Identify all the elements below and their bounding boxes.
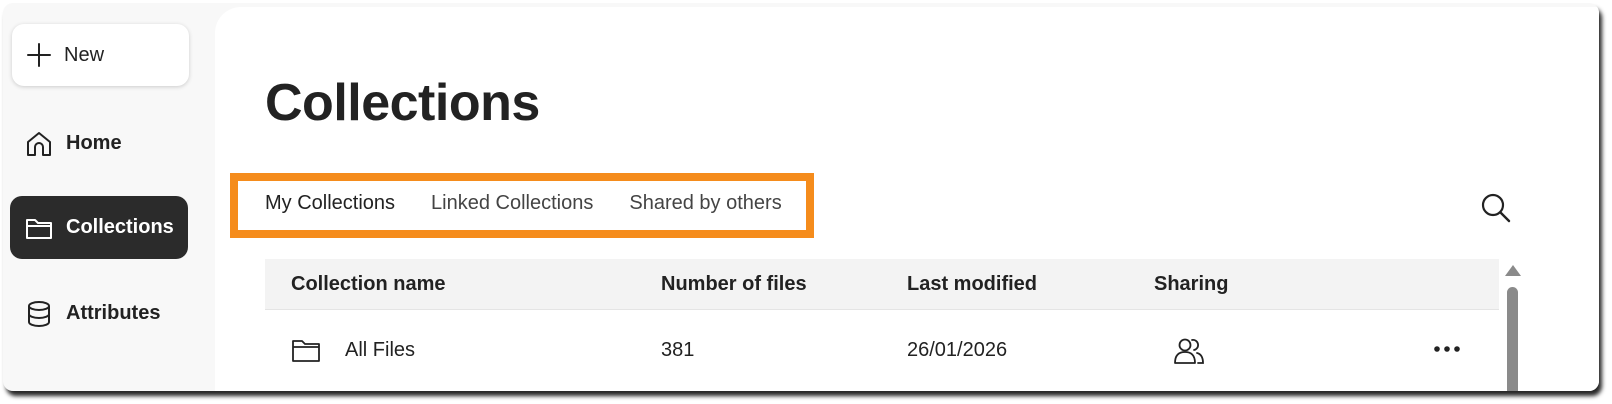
tab-shared-by-others[interactable]: Shared by others xyxy=(629,192,781,222)
scroll-up-arrow-icon[interactable] xyxy=(1505,265,1521,276)
column-header-sharing[interactable]: Sharing xyxy=(1154,273,1228,296)
plus-icon xyxy=(27,43,51,67)
database-icon xyxy=(28,300,50,327)
column-header-name[interactable]: Collection name xyxy=(291,273,445,296)
sidebar-item-label: Home xyxy=(66,132,122,154)
file-count: 381 xyxy=(661,339,695,361)
new-button-label: New xyxy=(64,43,105,66)
sidebar-item-label: Collections xyxy=(66,216,174,238)
app-window: New Home Collections Attributes Collecti… xyxy=(3,3,1599,391)
sidebar-item-home[interactable]: Home xyxy=(10,112,188,175)
sidebar-item-attributes[interactable]: Attributes xyxy=(10,282,188,345)
new-button[interactable]: New xyxy=(12,24,189,86)
folder-icon xyxy=(292,340,320,362)
page-title: Collections xyxy=(265,74,540,132)
last-modified: 26/01/2026 xyxy=(907,339,1008,361)
scrollbar-thumb[interactable] xyxy=(1507,287,1518,391)
more-icon[interactable] xyxy=(1433,343,1461,355)
column-header-modified[interactable]: Last modified xyxy=(907,273,1037,296)
sidebar: New Home Collections Attributes xyxy=(3,3,218,391)
search-icon xyxy=(1481,193,1511,223)
tab-my-collections[interactable]: My Collections xyxy=(265,192,395,222)
sidebar-item-label: Attributes xyxy=(66,302,161,324)
table-header: Collection name Number of files Last mod… xyxy=(265,259,1499,310)
column-header-files[interactable]: Number of files xyxy=(661,273,807,296)
main-panel: Collections My Collections Linked Collec… xyxy=(215,7,1599,391)
collection-name[interactable]: All Files xyxy=(345,339,415,362)
folder-icon xyxy=(26,218,52,239)
home-icon xyxy=(27,131,51,156)
collection-tabs: My Collections Linked Collections Shared… xyxy=(265,192,782,222)
sidebar-item-collections[interactable]: Collections xyxy=(10,196,188,259)
users-icon[interactable] xyxy=(1173,335,1205,367)
search-button[interactable] xyxy=(1480,192,1512,224)
tab-linked-collections[interactable]: Linked Collections xyxy=(431,192,593,222)
table-row[interactable]: All Files 381 26/01/2026 xyxy=(265,311,1499,391)
